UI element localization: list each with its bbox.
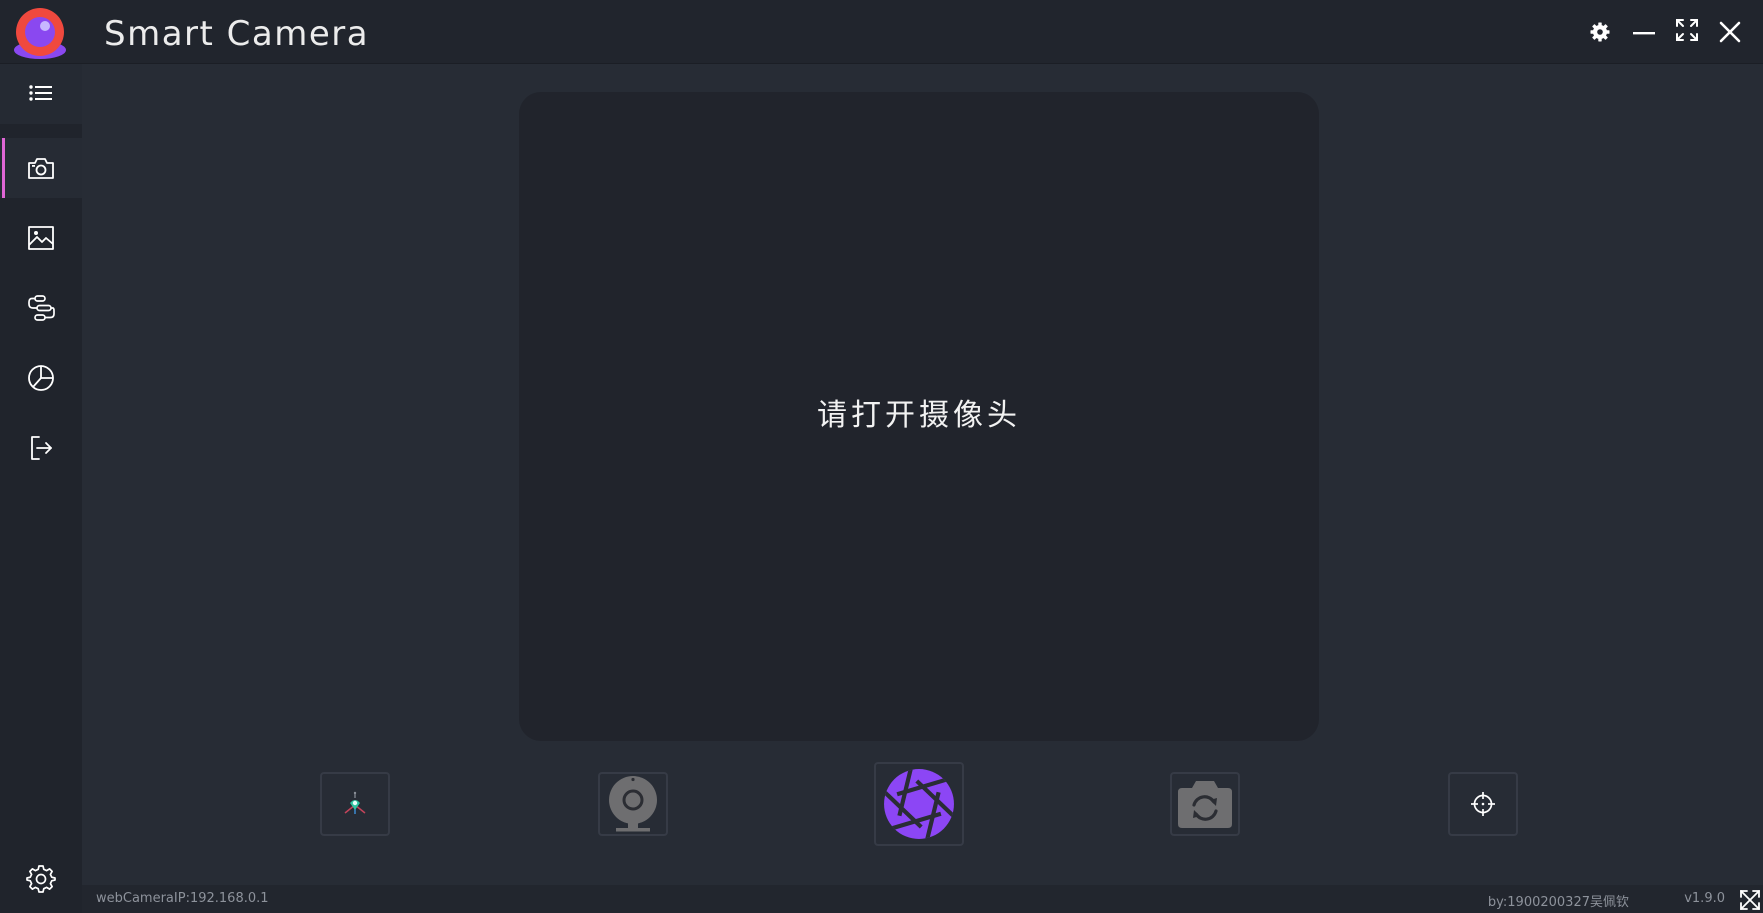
webcam-icon bbox=[609, 776, 657, 832]
minimize-icon bbox=[1633, 32, 1655, 35]
app-logo-icon bbox=[14, 8, 66, 59]
switch-camera-button[interactable] bbox=[1170, 772, 1240, 836]
resize-grip-icon[interactable] bbox=[1739, 889, 1761, 911]
author-text: by:1900200327吴佩钦 bbox=[1487, 895, 1629, 910]
camera-preview: 请打开摄像头 bbox=[519, 92, 1319, 741]
gear-icon bbox=[26, 865, 56, 893]
sidebar-item-statistics[interactable] bbox=[0, 348, 82, 408]
sidebar-item-flow[interactable] bbox=[0, 278, 82, 338]
locate-button[interactable] bbox=[320, 772, 390, 836]
sidebar-item-gallery[interactable] bbox=[0, 208, 82, 268]
close-button[interactable] bbox=[1716, 16, 1744, 44]
status-bar: webCameraIP:192.168.0.1 by:1900200327吴佩钦… bbox=[82, 885, 1763, 913]
sidebar-item-logout[interactable] bbox=[0, 418, 82, 478]
camera-icon bbox=[28, 158, 54, 179]
menu-toggle-button[interactable] bbox=[0, 64, 82, 124]
shutter-button[interactable] bbox=[874, 762, 964, 846]
version-text: v1.9.0 bbox=[1684, 891, 1725, 906]
crosshair-icon bbox=[1471, 792, 1495, 816]
crosshair-button[interactable] bbox=[1448, 772, 1518, 836]
maximize-icon bbox=[1676, 19, 1698, 41]
minimize-button[interactable] bbox=[1630, 16, 1658, 44]
sidebar bbox=[0, 64, 82, 913]
list-icon bbox=[29, 85, 52, 101]
camera-switch-icon bbox=[1178, 781, 1232, 828]
sidebar-item-camera[interactable] bbox=[0, 138, 82, 198]
sidebar-settings-button[interactable] bbox=[0, 851, 82, 907]
camera-ip-text: webCameraIP:192.168.0.1 bbox=[96, 891, 269, 906]
gear-icon bbox=[1590, 22, 1610, 42]
title-bar: Smart Camera bbox=[0, 0, 1763, 64]
app-title: Smart Camera bbox=[104, 14, 370, 54]
close-icon bbox=[1719, 21, 1741, 43]
shutter-icon bbox=[884, 769, 954, 839]
active-indicator bbox=[2, 138, 5, 198]
title-settings-button[interactable] bbox=[1586, 16, 1614, 44]
location-pin-icon bbox=[344, 791, 366, 814]
webcam-button[interactable] bbox=[598, 772, 668, 836]
flow-icon bbox=[28, 295, 55, 321]
camera-placeholder-text: 请打开摄像头 bbox=[817, 397, 1021, 433]
pie-chart-icon bbox=[28, 365, 54, 391]
image-icon bbox=[28, 226, 54, 250]
logout-icon bbox=[31, 436, 52, 460]
maximize-button[interactable] bbox=[1673, 16, 1701, 44]
